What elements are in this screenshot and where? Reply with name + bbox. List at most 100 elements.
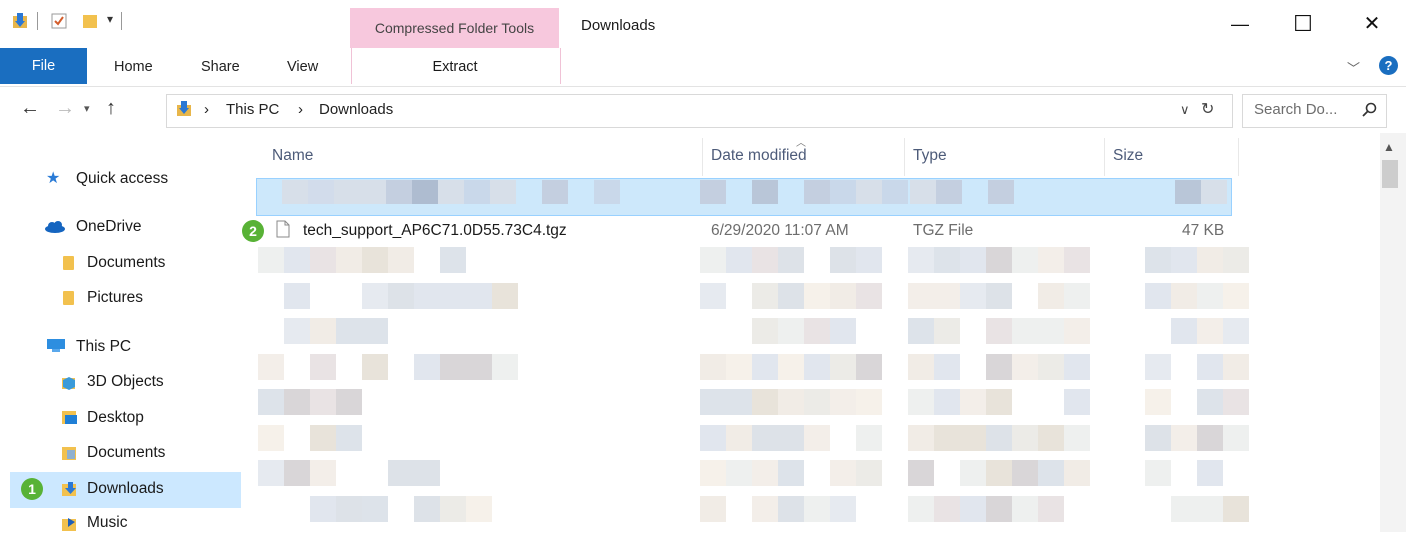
redacted-block bbox=[1038, 460, 1064, 486]
redacted-block bbox=[466, 353, 492, 380]
redacted-block bbox=[412, 180, 438, 204]
refresh-icon[interactable]: ↻ bbox=[1201, 99, 1214, 119]
redacted-block bbox=[336, 318, 362, 344]
nav-item-this-pc[interactable]: This PC bbox=[76, 338, 131, 356]
new-folder-icon[interactable] bbox=[83, 13, 97, 29]
maximize-button[interactable]: ☐ bbox=[1283, 10, 1323, 38]
file-date: 6/29/2020 11:07 AM bbox=[711, 222, 849, 239]
column-date-modified[interactable]: Date modified bbox=[711, 147, 807, 165]
redacted-block bbox=[414, 495, 440, 522]
forward-arrow-icon[interactable]: → bbox=[55, 97, 75, 120]
scroll-up-icon[interactable]: ▲ bbox=[1383, 140, 1395, 154]
redacted-block bbox=[830, 495, 856, 522]
redacted-block bbox=[284, 282, 310, 309]
redacted-block bbox=[752, 460, 778, 486]
column-divider[interactable] bbox=[702, 138, 703, 176]
quick-access-downloads-icon[interactable] bbox=[12, 13, 28, 29]
redacted-block bbox=[466, 282, 492, 309]
vertical-scrollbar[interactable] bbox=[1380, 133, 1406, 532]
column-divider[interactable] bbox=[1104, 138, 1105, 176]
tab-file[interactable]: File bbox=[0, 48, 87, 84]
redacted-block bbox=[778, 460, 804, 486]
redacted-block bbox=[1223, 247, 1249, 273]
redacted-block bbox=[1064, 247, 1090, 273]
nav-item-desktop[interactable]: Desktop bbox=[87, 409, 144, 427]
back-arrow-icon[interactable]: ← bbox=[20, 97, 40, 120]
close-button[interactable]: ✕ bbox=[1352, 10, 1392, 38]
file-icon bbox=[276, 220, 290, 238]
redacted-block bbox=[700, 495, 726, 522]
redacted-block bbox=[1145, 460, 1171, 486]
breadcrumb-separator: › bbox=[298, 101, 303, 118]
nav-item-music[interactable]: Music bbox=[87, 514, 127, 532]
redacted-block bbox=[284, 460, 310, 486]
column-divider[interactable] bbox=[904, 138, 905, 176]
nav-item-onedrive[interactable]: OneDrive bbox=[76, 218, 141, 236]
search-icon[interactable] bbox=[1362, 102, 1378, 118]
nav-item-onedrive-documents[interactable]: Documents bbox=[87, 254, 165, 272]
redacted-block bbox=[492, 282, 518, 309]
redacted-block bbox=[908, 318, 934, 344]
redacted-block bbox=[1197, 247, 1223, 273]
redacted-block bbox=[1012, 318, 1038, 344]
tab-share[interactable]: Share bbox=[201, 59, 240, 75]
expand-ribbon-icon[interactable]: ﹀ bbox=[1347, 58, 1360, 77]
nav-item-pictures[interactable]: Pictures bbox=[87, 289, 143, 307]
redacted-block bbox=[856, 353, 882, 380]
column-name[interactable]: Name bbox=[272, 147, 313, 165]
nav-item-documents[interactable]: Documents bbox=[87, 444, 165, 462]
column-divider[interactable] bbox=[1238, 138, 1239, 176]
recent-locations-chevron-icon[interactable]: ▾ bbox=[84, 102, 90, 115]
nav-item-downloads[interactable]: Downloads bbox=[87, 480, 164, 498]
redacted-block bbox=[310, 460, 336, 486]
redacted-block bbox=[1038, 247, 1064, 273]
scrollbar-thumb[interactable] bbox=[1382, 160, 1398, 188]
redacted-block bbox=[700, 389, 726, 415]
column-type[interactable]: Type bbox=[913, 147, 947, 165]
up-arrow-icon[interactable]: ↑ bbox=[106, 97, 116, 120]
address-dropdown-icon[interactable]: ∨ bbox=[1180, 102, 1190, 118]
redacted-block bbox=[778, 424, 804, 451]
customize-toolbar-icon[interactable]: ▾ bbox=[107, 12, 113, 26]
redacted-block bbox=[336, 389, 362, 415]
redacted-block bbox=[1201, 180, 1227, 204]
redacted-block bbox=[908, 424, 934, 451]
redacted-block bbox=[910, 180, 936, 204]
step-badge-1: 1 bbox=[21, 478, 43, 500]
minimize-button[interactable]: — bbox=[1220, 10, 1260, 38]
redacted-block bbox=[308, 180, 334, 204]
file-name[interactable]: tech_support_AP6C71.0D55.73C4.tgz bbox=[303, 222, 567, 240]
tab-extract[interactable]: Extract bbox=[351, 59, 559, 75]
nav-item-quick-access[interactable]: Quick access bbox=[76, 170, 168, 188]
step-badge-2: 2 bbox=[242, 220, 264, 242]
tab-home[interactable]: Home bbox=[114, 59, 153, 75]
redacted-block bbox=[1171, 247, 1197, 273]
nav-item-3d-objects[interactable]: 3D Objects bbox=[87, 373, 164, 391]
tab-view[interactable]: View bbox=[287, 59, 318, 75]
redacted-block bbox=[934, 424, 960, 451]
redacted-block bbox=[752, 247, 778, 273]
redacted-block bbox=[1223, 495, 1249, 522]
redacted-block bbox=[960, 247, 986, 273]
redacted-block bbox=[726, 353, 752, 380]
redacted-block bbox=[258, 247, 284, 273]
redacted-block bbox=[830, 318, 856, 344]
redacted-block bbox=[310, 353, 336, 380]
breadcrumb-downloads[interactable]: Downloads bbox=[319, 101, 393, 118]
music-folder-icon bbox=[62, 516, 78, 532]
breadcrumb-this-pc[interactable]: This PC bbox=[226, 101, 279, 118]
redacted-block bbox=[804, 389, 830, 415]
properties-check-icon[interactable] bbox=[51, 13, 67, 29]
help-icon[interactable]: ? bbox=[1379, 56, 1398, 75]
redacted-block bbox=[1223, 389, 1249, 415]
redacted-block bbox=[778, 495, 804, 522]
redacted-block bbox=[960, 389, 986, 415]
redacted-block bbox=[752, 424, 778, 451]
redacted-block bbox=[1175, 180, 1201, 204]
search-input[interactable]: Search Do... bbox=[1254, 101, 1337, 118]
redacted-block bbox=[1038, 495, 1064, 522]
column-size[interactable]: Size bbox=[1113, 147, 1143, 165]
redacted-block bbox=[388, 282, 414, 309]
window-title: Downloads bbox=[581, 17, 656, 34]
redacted-block bbox=[988, 180, 1014, 204]
